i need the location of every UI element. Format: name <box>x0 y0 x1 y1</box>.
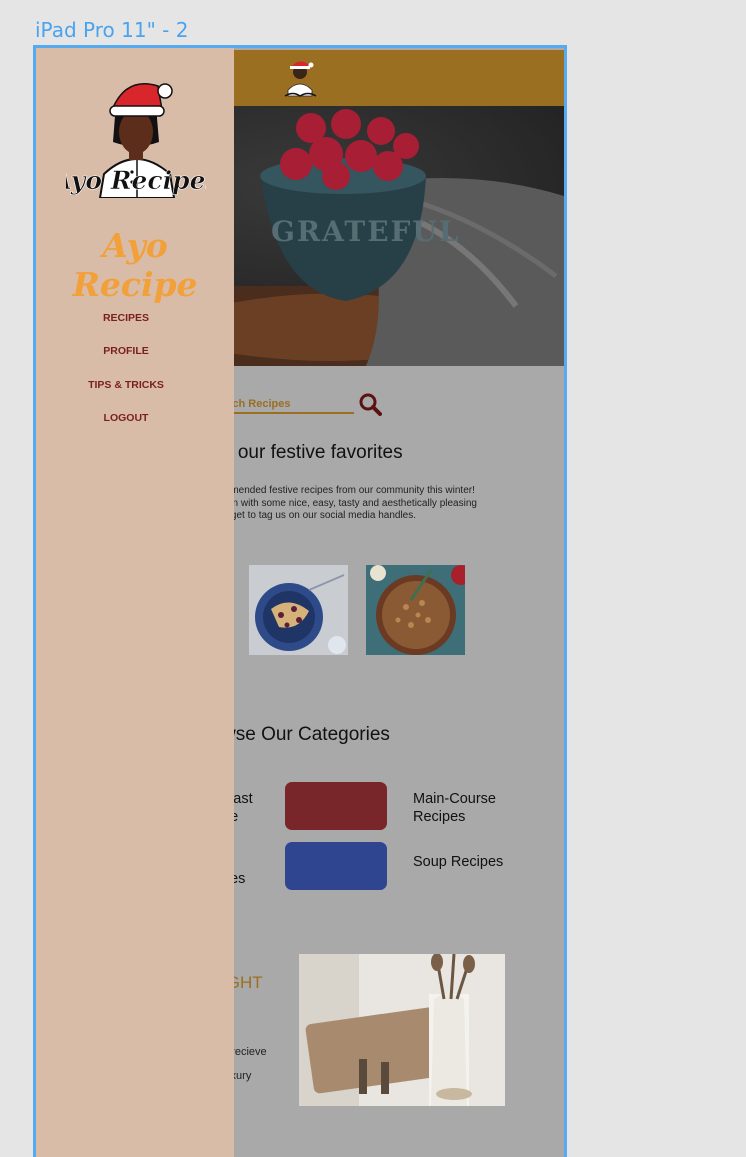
nav-item-recipes[interactable]: RECIPES <box>36 312 216 324</box>
festive-title: e our festive favorites <box>222 442 403 463</box>
festive-desc-line: son with some nice, easy, tasty and aest… <box>222 497 477 509</box>
festive-description: mmended festive recipes from our communi… <box>222 485 477 523</box>
category-label-line: Main-Course <box>413 791 496 807</box>
ipad-frame: GRATEFUL arch Recipes e our festive favo… <box>33 45 567 1157</box>
festive-desc-line: orget to tag us on our social media hand… <box>222 510 417 521</box>
search-input[interactable]: arch Recipes <box>222 398 354 414</box>
frame-label: iPad Pro 11" - 2 <box>35 18 189 42</box>
nav-item-tips-tricks[interactable]: TIPS & TRICKS <box>36 379 216 391</box>
drawer-logo-text: Ayo Recipes <box>66 166 206 195</box>
recipe-thumbnail-crumble[interactable] <box>366 565 465 655</box>
drawer-logo[interactable]: Ayo Recipes <box>66 76 206 198</box>
category-main-course-card[interactable] <box>285 782 387 830</box>
category-label-line: Recipes <box>413 808 466 825</box>
header-logo[interactable] <box>273 54 327 104</box>
search-icon[interactable] <box>358 392 382 416</box>
nav-item-logout[interactable]: LOGOUT <box>36 412 216 424</box>
nav-item-profile[interactable]: PROFILE <box>36 345 216 357</box>
festive-desc-line: mmended festive recipes from our communi… <box>222 485 475 496</box>
category-soup-label[interactable]: Soup Recipes <box>413 854 503 872</box>
category-soup-card[interactable] <box>285 842 387 890</box>
side-drawer: Ayo Recipes Ayo Recipe RECIPES PROFILE T… <box>36 48 234 1157</box>
svg-text:GRATEFUL: GRATEFUL <box>271 215 461 248</box>
category-main-course-label[interactable]: Main-Course Recipes <box>413 791 496 826</box>
categories-title: wse Our Categories <box>222 724 390 745</box>
recipe-thumbnail-pancake[interactable] <box>249 565 348 655</box>
category-label-line: Soup Recipes <box>413 854 504 870</box>
kitchen-utensils-image <box>299 954 505 1106</box>
brand-title: Ayo Recipe <box>72 226 198 304</box>
